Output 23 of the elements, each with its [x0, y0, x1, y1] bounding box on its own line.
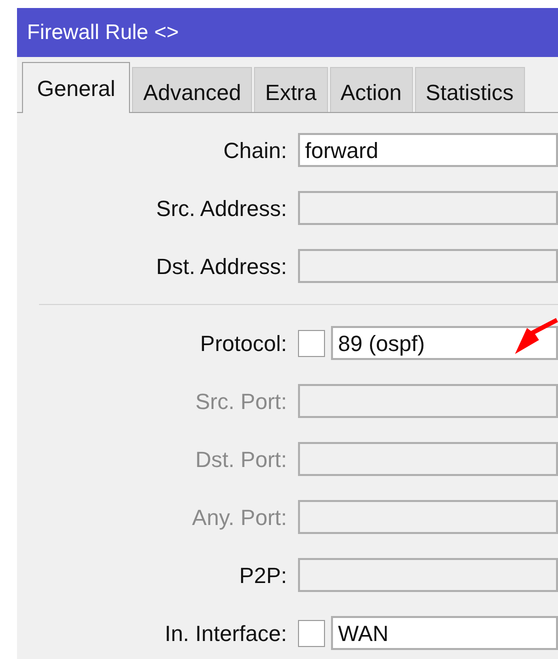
input-field[interactable] [298, 191, 558, 225]
field-label: Any. Port: [191, 504, 287, 532]
field-label: Src. Address: [155, 194, 287, 222]
input-field[interactable]: forward [298, 133, 558, 167]
input-field[interactable]: WAN [331, 616, 558, 650]
checkbox[interactable] [298, 330, 325, 356]
window-title: Firewall Rule <> [27, 20, 179, 46]
field-label: P2P: [238, 562, 287, 590]
input-field[interactable]: 89 (ospf) [331, 326, 558, 360]
field-label: In. Interface: [164, 620, 287, 648]
field-label: Protocol: [199, 330, 287, 358]
tab[interactable]: Advanced [132, 67, 252, 112]
checkbox[interactable] [298, 620, 325, 646]
field-label: Dst. Address: [155, 252, 287, 280]
field-label: Src. Port: [194, 388, 287, 416]
tab[interactable]: Extra [254, 67, 328, 112]
tab[interactable]: General [22, 62, 130, 113]
input-field[interactable] [298, 249, 558, 283]
tab[interactable]: Action [330, 67, 413, 112]
field-label: Dst. Port: [194, 446, 287, 474]
tab[interactable]: Statistics [414, 67, 525, 112]
input-field[interactable] [298, 558, 558, 592]
field-label: Chain: [222, 136, 287, 164]
